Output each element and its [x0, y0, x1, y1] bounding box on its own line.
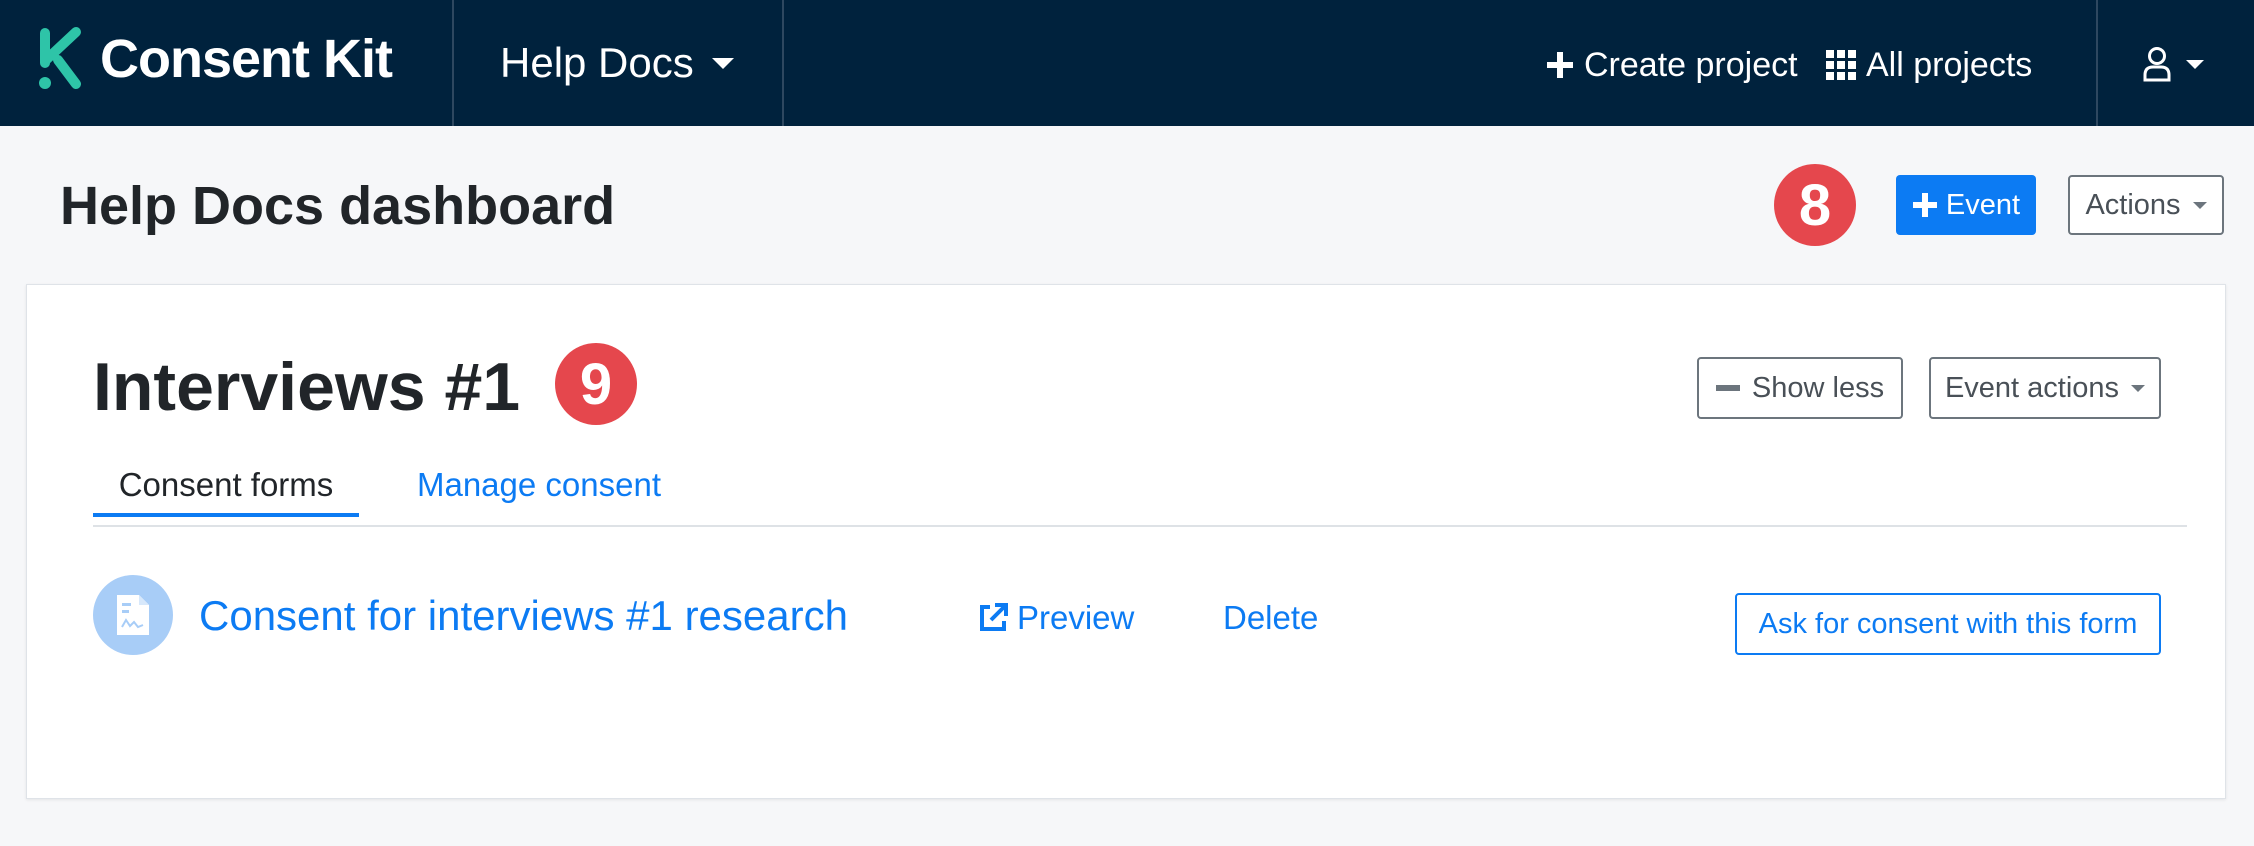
all-projects-label: All projects [1866, 45, 2033, 84]
grid-icon [1826, 50, 1856, 80]
user-menu-dropdown[interactable] [2142, 44, 2204, 84]
create-project-label: Create project [1584, 45, 1798, 84]
all-projects-link[interactable]: All projects [1826, 40, 2032, 90]
navbar-divider [2096, 0, 2098, 126]
brand-link[interactable]: Consent Kit [34, 26, 393, 92]
add-event-button[interactable]: Event [1896, 175, 2036, 235]
delete-link[interactable]: Delete [1223, 597, 1318, 639]
project-dropdown[interactable]: Help Docs [500, 36, 734, 90]
ask-for-consent-button[interactable]: Ask for consent with this form [1735, 593, 2161, 655]
create-project-link[interactable]: Create project [1546, 40, 1798, 90]
actions-dropdown-button[interactable]: Actions [2068, 175, 2224, 235]
show-less-label: Show less [1751, 371, 1885, 404]
preview-label: Preview [1017, 599, 1135, 636]
chevron-down-icon [2186, 59, 2204, 69]
event-actions-label: Event actions [1944, 371, 2120, 404]
consent-form-title-link[interactable]: Consent for interviews #1 research [199, 591, 848, 641]
show-less-button[interactable]: Show less [1697, 357, 1903, 419]
event-title: Interviews #1 [93, 349, 521, 425]
plus-icon [1547, 52, 1573, 78]
project-name: Help Docs [500, 39, 694, 86]
plus-icon [1912, 193, 1937, 217]
document-icon [93, 575, 173, 655]
top-navbar: Consent Kit Help Docs Create project All… [0, 0, 2254, 126]
tab-consent-forms[interactable]: Consent forms [93, 457, 359, 517]
navbar-divider [452, 0, 454, 126]
add-event-label: Event [1945, 188, 2021, 221]
external-link-icon [980, 603, 1008, 631]
navbar-divider [782, 0, 784, 126]
step-badge: 9 [555, 343, 637, 425]
page-title: Help Docs dashboard [60, 176, 616, 236]
chevron-down-icon [2192, 201, 2207, 209]
brand-name: Consent Kit [100, 29, 393, 89]
user-icon [2143, 47, 2171, 82]
step-badge: 8 [1774, 164, 1856, 246]
preview-link[interactable]: Preview [977, 597, 1134, 639]
event-card: Interviews #1 9 Show less Event actions … [26, 284, 2226, 799]
k-logo-icon [39, 27, 81, 89]
actions-label: Actions [2085, 188, 2181, 221]
event-actions-dropdown-button[interactable]: Event actions [1929, 357, 2161, 419]
minus-icon [1715, 385, 1740, 391]
tab-manage-consent[interactable]: Manage consent [409, 457, 669, 513]
chevron-down-icon [711, 57, 734, 69]
chevron-down-icon [2131, 384, 2146, 392]
tab-divider [93, 525, 2187, 527]
